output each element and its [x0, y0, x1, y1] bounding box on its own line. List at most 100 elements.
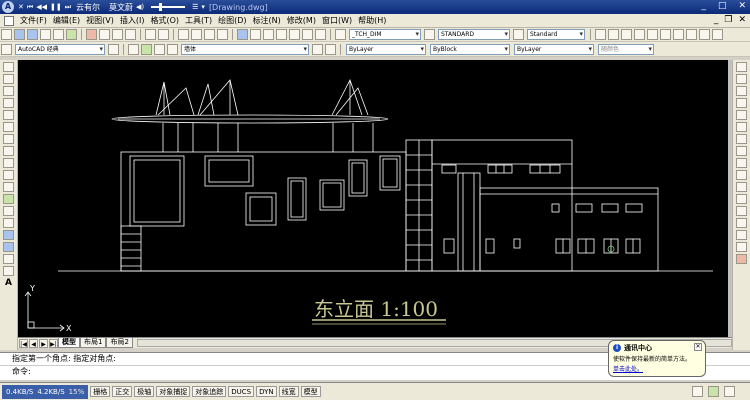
zoom-window-icon[interactable]: [204, 29, 215, 40]
undo-icon[interactable]: [145, 29, 156, 40]
help-icon[interactable]: [315, 29, 326, 40]
menu-format[interactable]: 格式(O): [147, 15, 182, 26]
table-style-icon[interactable]: [513, 29, 524, 40]
spline-icon[interactable]: [3, 158, 14, 168]
pan-icon[interactable]: [178, 29, 189, 40]
minimize-button[interactable]: _: [701, 1, 706, 11]
new-file-icon[interactable]: [1, 29, 12, 40]
tab-layout1[interactable]: 布局1: [80, 338, 107, 348]
first-tab-icon[interactable]: |◀: [19, 338, 28, 348]
make-block-icon[interactable]: [3, 206, 14, 216]
extend-icon[interactable]: [736, 182, 747, 192]
center-mark-icon[interactable]: [699, 29, 710, 40]
layer-manager-icon[interactable]: [128, 43, 139, 55]
multiline-text-icon[interactable]: A: [5, 278, 12, 288]
circle-icon[interactable]: [3, 134, 14, 144]
menu-view[interactable]: 视图(V): [83, 15, 117, 26]
clean-screen-icon[interactable]: [724, 386, 735, 397]
prev-track-icon[interactable]: ⏮: [27, 3, 33, 12]
rotate-icon[interactable]: [736, 134, 747, 144]
speaker-icon[interactable]: ◀): [136, 3, 144, 11]
polygon-icon[interactable]: [3, 98, 14, 108]
balloon-close-button[interactable]: ✕: [694, 343, 702, 351]
pause-icon[interactable]: ❚❚: [50, 3, 62, 11]
ellipse-icon[interactable]: [3, 170, 14, 180]
lineweight-select[interactable]: ByLayer: [514, 43, 594, 55]
equalizer-icon[interactable]: ☰: [192, 3, 198, 11]
open-file-icon[interactable]: [14, 29, 25, 40]
hatch-icon[interactable]: [3, 230, 14, 240]
move-icon[interactable]: [736, 122, 747, 132]
layer-on-icon[interactable]: [141, 43, 152, 55]
drawing-canvas[interactable]: Y X 东立面 1:100: [18, 60, 728, 337]
explode-icon[interactable]: [736, 254, 747, 264]
layer-previous-icon[interactable]: [325, 43, 336, 55]
ortho-toggle[interactable]: 正交: [112, 386, 133, 397]
layer-select[interactable]: 墙体: [181, 43, 309, 55]
dim-style-icon[interactable]: [424, 29, 435, 40]
fillet-icon[interactable]: [736, 242, 747, 252]
volume-slider[interactable]: [151, 3, 186, 11]
array-icon[interactable]: [736, 110, 747, 120]
tab-model[interactable]: 模型: [58, 338, 80, 348]
polar-toggle[interactable]: 极轴: [134, 386, 155, 397]
rectangle-icon[interactable]: [3, 110, 14, 120]
point-icon[interactable]: [3, 218, 14, 228]
dyn-toggle[interactable]: DYN: [256, 386, 277, 397]
maximize-button[interactable]: □: [718, 1, 727, 11]
leader-icon[interactable]: [673, 29, 684, 40]
polyline-icon[interactable]: [3, 86, 14, 96]
print-preview-icon[interactable]: [53, 29, 64, 40]
table-style-select[interactable]: Standard: [527, 29, 585, 40]
doc-restore-button[interactable]: ❐: [724, 15, 732, 25]
chamfer-icon[interactable]: [736, 230, 747, 240]
text-style-select[interactable]: _TCH_DIM: [349, 29, 421, 40]
region-icon[interactable]: [3, 254, 14, 264]
save-icon[interactable]: [27, 29, 38, 40]
dim-aligned-icon[interactable]: [608, 29, 619, 40]
menu-modify[interactable]: 修改(M): [284, 15, 319, 26]
text-style-icon[interactable]: [335, 29, 346, 40]
join-icon[interactable]: [736, 218, 747, 228]
match-properties-icon[interactable]: [125, 29, 136, 40]
workspace-icon[interactable]: [1, 43, 12, 55]
dim-radius-icon[interactable]: [621, 29, 632, 40]
layer-freeze-icon[interactable]: [154, 43, 165, 55]
stretch-icon[interactable]: [736, 158, 747, 168]
lock-icon[interactable]: [692, 386, 703, 397]
comm-center-icon[interactable]: [708, 386, 719, 397]
lineweight-toggle[interactable]: 线宽: [278, 386, 299, 397]
cut-icon[interactable]: [86, 29, 97, 40]
publish-icon[interactable]: [66, 29, 77, 40]
next-tab-icon[interactable]: ▶: [39, 338, 48, 348]
color-select[interactable]: ByLayer: [346, 43, 426, 55]
paste-icon[interactable]: [112, 29, 123, 40]
tab-layout2[interactable]: 布局2: [106, 338, 133, 348]
otrack-toggle[interactable]: 对象追踪: [192, 386, 227, 397]
markup-icon[interactable]: [289, 29, 300, 40]
break-icon[interactable]: [736, 206, 747, 216]
menu-edit[interactable]: 编辑(E): [50, 15, 83, 26]
scale-icon[interactable]: [736, 146, 747, 156]
tool-palettes-icon[interactable]: [263, 29, 274, 40]
zoom-previous-icon[interactable]: [217, 29, 228, 40]
document-icon[interactable]: [4, 15, 14, 26]
dim-angular-icon[interactable]: [634, 29, 645, 40]
table-icon[interactable]: [3, 266, 14, 276]
autocad-logo-icon[interactable]: A: [2, 1, 14, 13]
tolerance-icon[interactable]: [686, 29, 697, 40]
rewind-icon[interactable]: ◀◀: [36, 3, 47, 11]
dim-edit-icon[interactable]: [712, 29, 723, 40]
print-icon[interactable]: [40, 29, 51, 40]
make-current-layer-icon[interactable]: [312, 43, 323, 55]
workspace-settings-icon[interactable]: [108, 43, 119, 55]
sheet-set-icon[interactable]: [276, 29, 287, 40]
mirror-icon[interactable]: [736, 86, 747, 96]
line-icon[interactable]: [3, 62, 14, 72]
revision-cloud-icon[interactable]: [3, 146, 14, 156]
menu-icon[interactable]: ▾: [201, 3, 205, 11]
construction-line-icon[interactable]: [3, 74, 14, 84]
menu-insert[interactable]: 插入(I): [117, 15, 148, 26]
dim-baseline-icon[interactable]: [647, 29, 658, 40]
zoom-realtime-icon[interactable]: [191, 29, 202, 40]
